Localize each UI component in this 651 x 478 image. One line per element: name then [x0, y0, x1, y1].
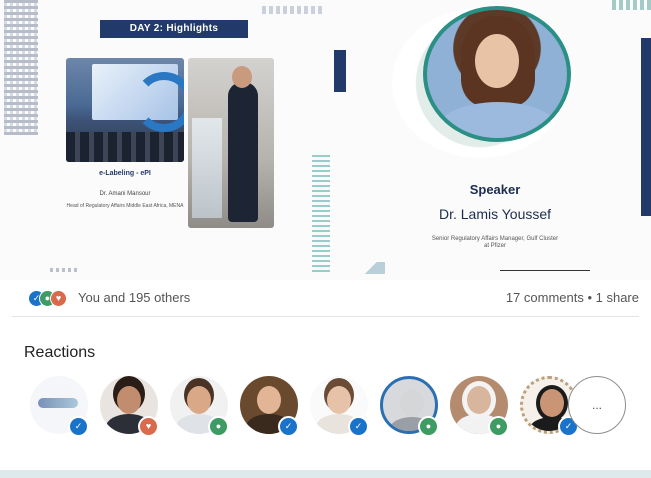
photo-caption-role: Head of Regulatory Affairs Middle East A…: [66, 203, 184, 209]
photo-caption-name: Dr. Amani Mansour: [99, 191, 151, 197]
reactions-avatar-list: ✓ ♥ ● ✓ ✓ ● ● ✓ ...: [30, 372, 640, 438]
reactions-heading: Reactions: [24, 344, 96, 361]
decorative-pattern: [50, 268, 80, 272]
love-badge-icon: ♥: [138, 416, 159, 437]
love-icon: ♥: [50, 290, 67, 307]
divider: [12, 316, 639, 317]
comments-shares-link[interactable]: 17 comments • 1 share: [506, 290, 639, 305]
like-badge-icon: ✓: [278, 416, 299, 437]
presenter-photo: [188, 58, 274, 228]
speaker-role: Senior Regulatory Affairs Manager, Gulf …: [431, 236, 559, 249]
speaker-name: Dr. Lamis Youssef: [438, 206, 552, 222]
celebrate-badge-icon: ●: [488, 416, 509, 437]
speaker-photo: [423, 6, 571, 142]
social-counts-bar: ✓ ● ♥ You and 195 others 17 comments • 1…: [0, 280, 651, 316]
photo-caption-title: e-Labeling - ePI: [99, 170, 151, 177]
decorative-block: [641, 38, 651, 216]
more-reactions-button[interactable]: ...: [568, 376, 626, 434]
decorative-pattern: [262, 6, 322, 14]
post-card: DAY 2: Highlights e-Labeling - ePI Dr. A…: [0, 0, 651, 470]
like-badge-icon: ✓: [348, 416, 369, 437]
reaction-icons[interactable]: ✓ ● ♥: [28, 290, 78, 307]
day-banner: DAY 2: Highlights: [100, 20, 248, 38]
post-image[interactable]: DAY 2: Highlights e-Labeling - ePI Dr. A…: [0, 0, 651, 280]
decorative-pattern: [312, 152, 330, 272]
page-background: [0, 470, 651, 478]
speaker-label: Speaker: [469, 182, 521, 197]
like-badge-icon: ✓: [68, 416, 89, 437]
decorative-block: [334, 50, 346, 92]
decorative-pattern: [4, 0, 38, 135]
celebrate-badge-icon: ●: [418, 416, 439, 437]
celebrate-badge-icon: ●: [208, 416, 229, 437]
decorative-pattern: [363, 262, 385, 274]
conference-photo: [66, 58, 184, 162]
divider-line: [500, 270, 590, 271]
decorative-pattern: [612, 0, 651, 10]
reactions-count-link[interactable]: You and 195 others: [78, 290, 190, 305]
